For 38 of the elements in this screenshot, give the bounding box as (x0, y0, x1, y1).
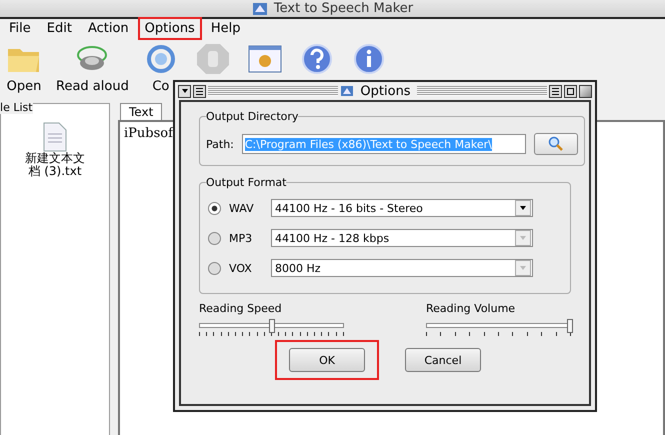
panel-title: ile List (0, 101, 33, 114)
toolbar-label[interactable]: Co (152, 79, 170, 94)
close-icon[interactable] (579, 84, 592, 98)
toolbar-label[interactable]: Open (6, 79, 42, 94)
toolbar-label[interactable]: Read aloud (56, 79, 129, 94)
search-icon (548, 136, 564, 152)
menu-item[interactable]: Options (138, 16, 202, 40)
app-icon (252, 2, 268, 16)
window-title: Text to Speech Maker (274, 1, 414, 17)
dialog-button[interactable]: OK (289, 348, 365, 372)
maximize-icon[interactable] (564, 84, 578, 98)
menu-icon[interactable] (178, 84, 191, 98)
editor-text: iPubsof (124, 126, 173, 141)
slider-thumb[interactable] (567, 319, 573, 333)
group-title: Output Directory (206, 110, 298, 123)
radio-button[interactable] (208, 202, 221, 214)
rollup-icon[interactable] (193, 84, 206, 98)
app-icon (340, 85, 354, 97)
dialog-button[interactable]: Cancel (405, 348, 481, 372)
editor-tab[interactable]: Text (120, 103, 162, 120)
menu-item[interactable]: Edit (40, 16, 79, 40)
path-label: Path: (206, 138, 234, 150)
format-label: MP3 (229, 232, 254, 244)
menu-item[interactable]: Action (80, 16, 136, 40)
minimize-icon[interactable] (549, 84, 562, 98)
file-name[interactable]: 新建文本文档 (3).txt (23, 152, 87, 178)
format-label: WAV (229, 202, 255, 214)
menu-item[interactable]: Help (204, 16, 248, 40)
browse-button[interactable] (534, 133, 578, 155)
dialog-title: Options (359, 84, 412, 98)
document-icon[interactable] (43, 122, 67, 152)
menu-item[interactable]: File (2, 16, 38, 40)
format-dropdown[interactable]: 44100 Hz - 16 bits - Stereo (271, 199, 533, 217)
slider-label: Reading Speed (199, 302, 283, 315)
format-label: VOX (229, 262, 253, 274)
slider-label: Reading Volume (426, 302, 516, 315)
group-title: Output Format (206, 176, 286, 189)
slider-thumb[interactable] (268, 319, 274, 333)
